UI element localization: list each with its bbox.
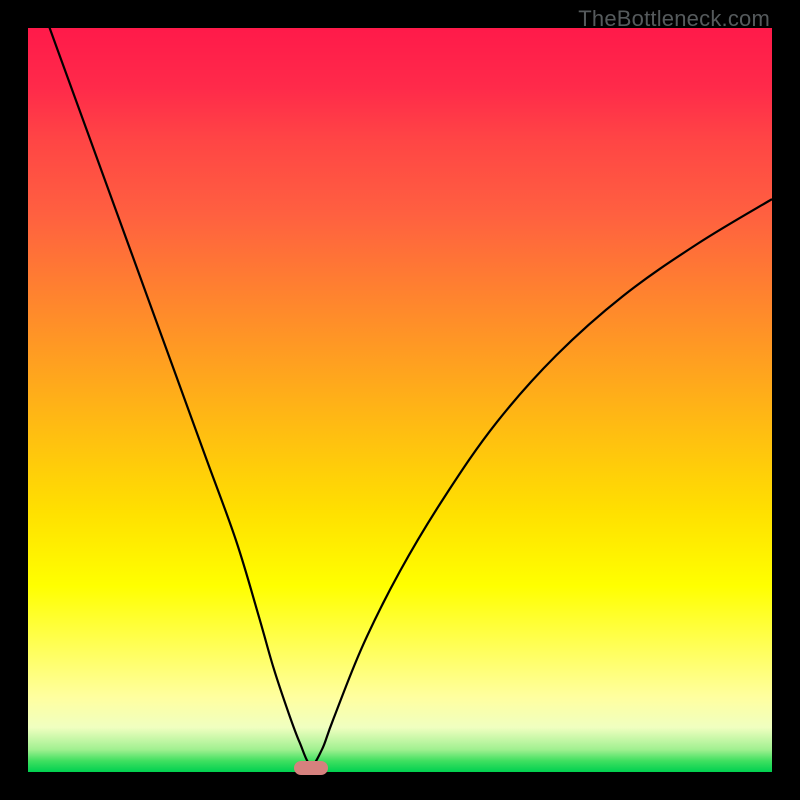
watermark-text: TheBottleneck.com: [578, 6, 770, 32]
optimum-marker: [294, 761, 328, 775]
curve-layer: [28, 28, 772, 772]
bottleneck-curve: [28, 0, 772, 765]
